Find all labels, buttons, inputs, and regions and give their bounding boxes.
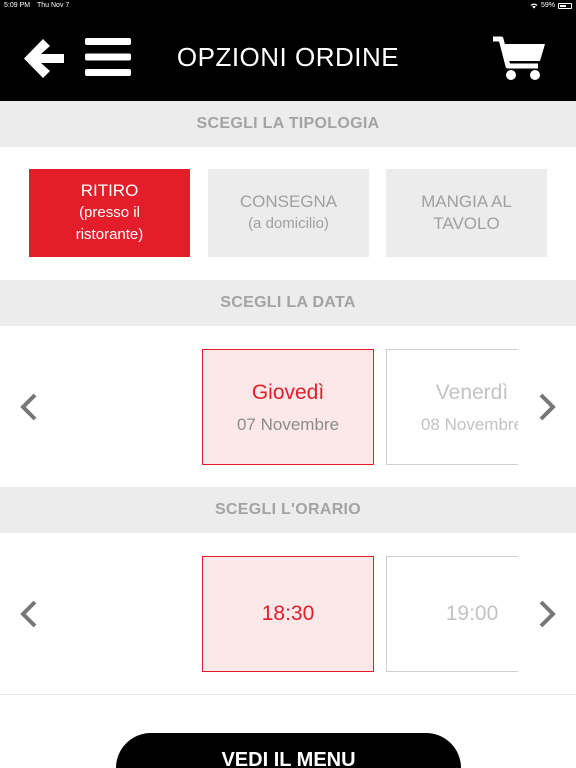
header-bar: OPZIONI ORDINE (0, 12, 576, 101)
wifi-icon (530, 3, 538, 9)
time-card[interactable]: 19:00 (386, 556, 518, 672)
section-header-date: SCEGLI LA DATA (0, 280, 576, 326)
page-title: OPZIONI ORDINE (176, 42, 400, 72)
chevron-right-icon[interactable] (536, 598, 558, 630)
battery-icon (558, 3, 572, 9)
type-option-consegna[interactable]: CONSEGNA (a domicilio) (208, 169, 369, 257)
date-day: Giovedì (251, 381, 325, 404)
type-option-sublabel: ristorante) (75, 226, 144, 243)
chevron-left-icon[interactable] (18, 391, 40, 423)
time-card-selected[interactable]: 18:30 (202, 556, 374, 672)
type-option-label: CONSEGNA (239, 192, 338, 211)
status-bar: 5:09 PM Thu Nov 7 59% (0, 0, 576, 12)
chevron-left-icon[interactable] (18, 598, 40, 630)
status-date: Thu Nov 7 (37, 2, 70, 9)
type-option-ritiro[interactable]: RITIRO (presso il ristorante) (29, 169, 190, 257)
shopping-cart-icon[interactable] (492, 36, 546, 82)
time-carousel: 18:30 19:00 (202, 556, 518, 672)
time-label: 19:00 (445, 602, 499, 625)
type-option-sublabel: (a domicilio) (248, 215, 329, 232)
type-option-label: TAVOLO (433, 214, 500, 233)
date-card[interactable]: Venerdì 08 Novembre (386, 349, 518, 465)
type-option-tavolo[interactable]: MANGIA AL TAVOLO (386, 169, 547, 257)
status-time: 5:09 PM (4, 2, 31, 9)
type-option-label: RITIRO (80, 181, 139, 200)
date-number: 07 Novembre (236, 415, 340, 434)
date-number: 08 Novembre (420, 415, 518, 434)
divider (0, 694, 576, 695)
battery-percent: 59% (540, 2, 555, 9)
type-option-label: MANGIA AL (421, 192, 512, 211)
date-day: Venerdì (435, 381, 509, 404)
status-indicators: 59% (530, 0, 572, 12)
view-menu-button[interactable]: VEDI IL MENU (116, 733, 461, 768)
type-option-sublabel: (presso il (79, 204, 140, 221)
section-header-time: SCEGLI L'ORARIO (0, 487, 576, 533)
date-card-selected[interactable]: Giovedì 07 Novembre (202, 349, 374, 465)
chevron-right-icon[interactable] (536, 391, 558, 423)
date-carousel: Giovedì 07 Novembre Venerdì 08 Novembre (202, 349, 518, 465)
section-header-type: SCEGLI LA TIPOLOGIA (0, 101, 576, 147)
time-label: 18:30 (261, 602, 315, 625)
